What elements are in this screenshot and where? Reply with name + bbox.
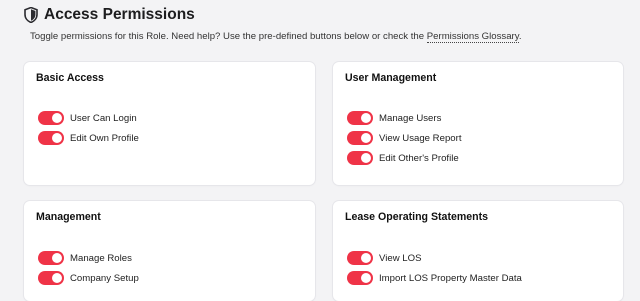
card-user-management: User Management Manage Users View Usage … xyxy=(333,62,623,185)
toggle-switch[interactable] xyxy=(347,131,373,145)
permission-edit-others-profile: Edit Other's Profile xyxy=(347,151,459,165)
card-title: User Management xyxy=(345,72,437,84)
shield-icon xyxy=(24,7,38,23)
card-title: Basic Access xyxy=(36,72,104,84)
toggle-switch[interactable] xyxy=(347,111,373,125)
permission-label: Edit Own Profile xyxy=(70,132,139,144)
permission-label: User Can Login xyxy=(70,112,137,124)
card-basic-access: Basic Access User Can Login Edit Own Pro… xyxy=(24,62,315,185)
toggle-switch[interactable] xyxy=(347,271,373,285)
toggle-switch[interactable] xyxy=(38,251,64,265)
permission-manage-users: Manage Users xyxy=(347,111,441,125)
toggle-switch[interactable] xyxy=(347,151,373,165)
page-subtitle: Toggle permissions for this Role. Need h… xyxy=(30,31,522,43)
permission-view-los: View LOS xyxy=(347,251,421,265)
permission-label: Manage Users xyxy=(379,112,442,124)
toggle-switch[interactable] xyxy=(347,251,373,265)
permission-manage-roles: Manage Roles xyxy=(38,251,132,265)
subtitle-text: Toggle permissions for this Role. Need h… xyxy=(30,31,427,42)
permission-user-can-login: User Can Login xyxy=(38,111,137,125)
permission-label: Import LOS Property Master Data xyxy=(379,272,522,284)
toggle-switch[interactable] xyxy=(38,111,64,125)
page-title: Access Permissions xyxy=(44,6,195,23)
card-lease-operating-statements: Lease Operating Statements View LOS Impo… xyxy=(333,201,623,301)
subtitle-end: . xyxy=(518,31,522,42)
permission-edit-own-profile: Edit Own Profile xyxy=(38,131,139,145)
permission-label: Manage Roles xyxy=(70,252,132,264)
card-title: Management xyxy=(36,211,101,223)
page-header: Access Permissions xyxy=(24,6,195,24)
permissions-glossary-link[interactable]: Permissions Glossary xyxy=(426,31,519,43)
permission-company-setup: Company Setup xyxy=(38,271,139,285)
card-management: Management Manage Roles Company Setup xyxy=(24,201,315,301)
permission-view-usage-report: View Usage Report xyxy=(347,131,461,145)
toggle-switch[interactable] xyxy=(38,271,64,285)
toggle-switch[interactable] xyxy=(38,131,64,145)
permission-label: Edit Other's Profile xyxy=(379,152,459,164)
permission-label: View Usage Report xyxy=(379,132,462,144)
card-title: Lease Operating Statements xyxy=(345,211,489,223)
permission-label: View LOS xyxy=(379,252,422,264)
permission-import-los-property-master-data: Import LOS Property Master Data xyxy=(347,271,522,285)
permission-label: Company Setup xyxy=(70,272,139,284)
